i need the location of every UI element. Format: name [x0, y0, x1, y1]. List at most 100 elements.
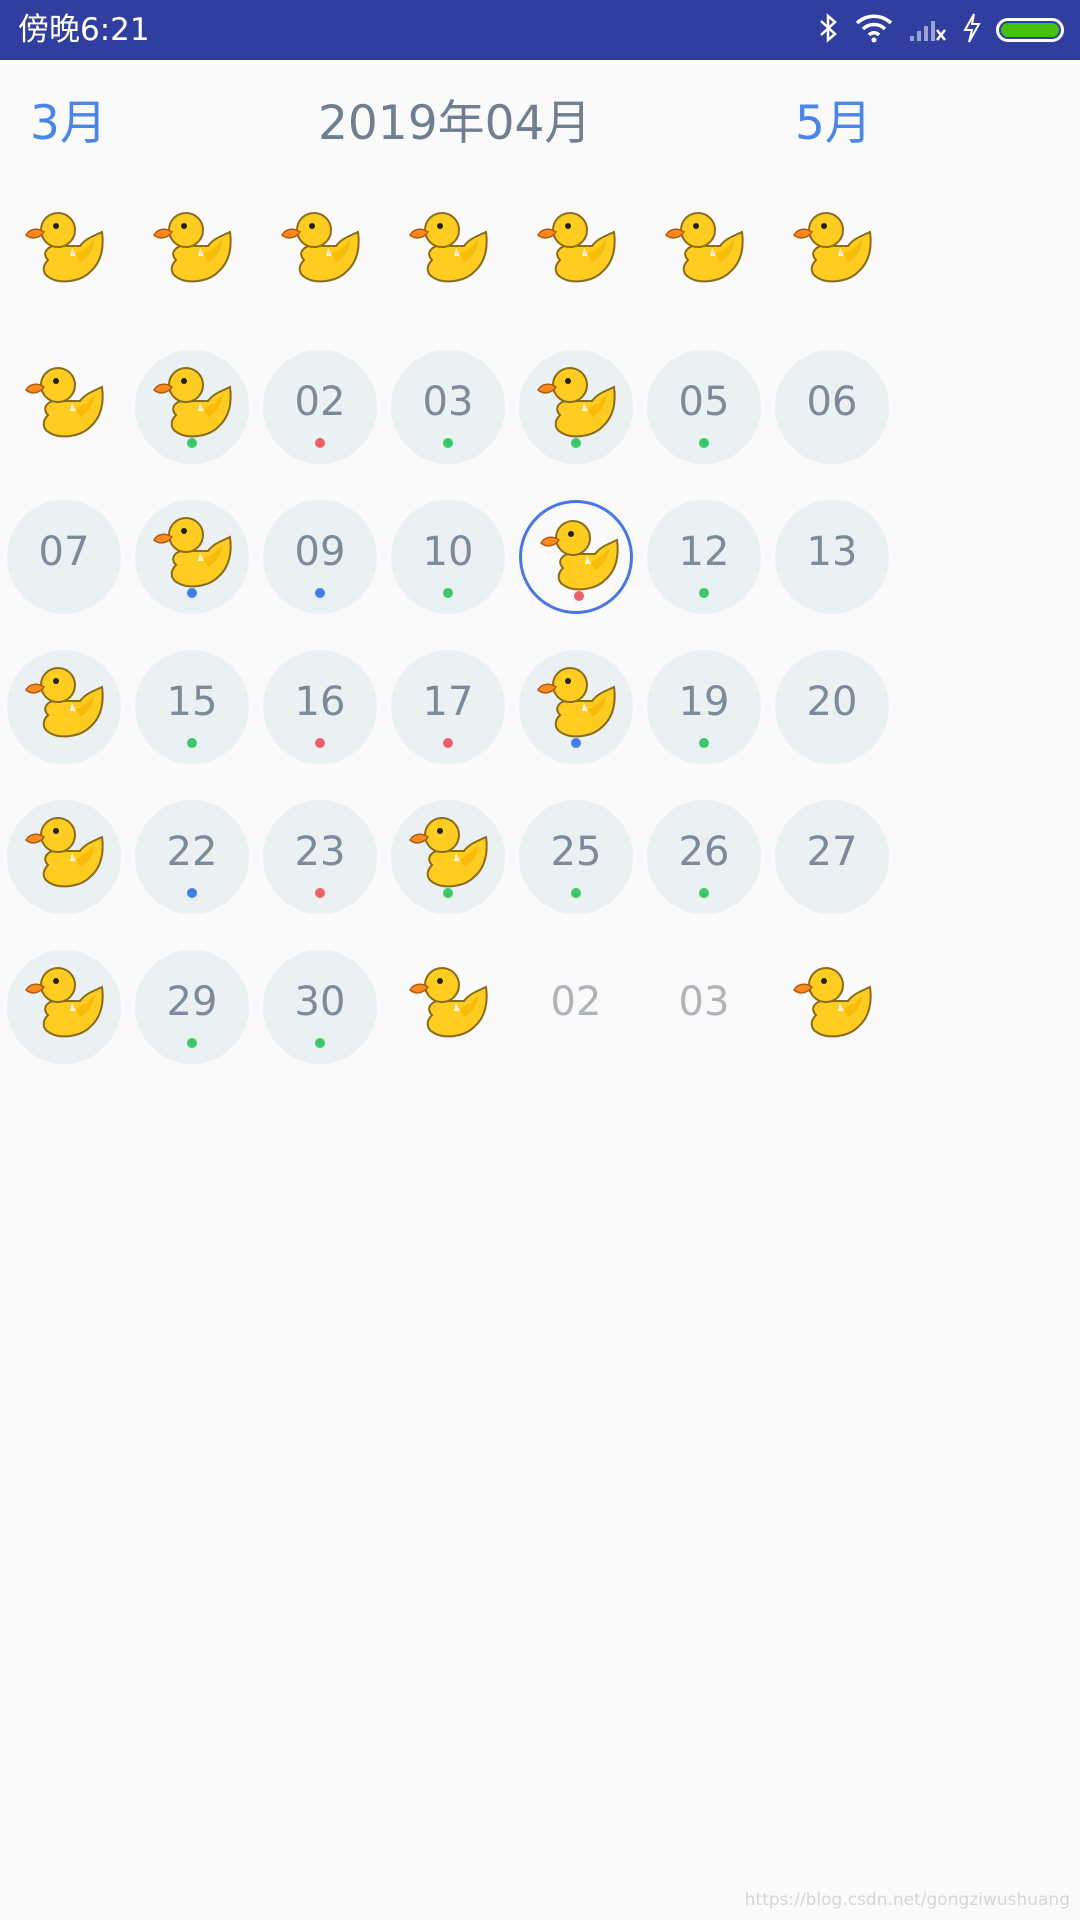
- day-cell[interactable]: 03: [391, 350, 505, 464]
- event-dot: [315, 738, 325, 748]
- day-cell[interactable]: 25: [519, 800, 633, 914]
- week-row: 02 03 05 06: [0, 350, 896, 464]
- day-number: 02: [550, 979, 602, 1025]
- event-dot: [187, 738, 197, 748]
- bluetooth-icon: [818, 12, 840, 48]
- day-cell[interactable]: 03: [647, 950, 761, 1064]
- event-dot: [315, 888, 325, 898]
- week-row: 15 16 17 19 20: [0, 650, 896, 764]
- duck-icon: [276, 202, 366, 292]
- day-cell[interactable]: [135, 350, 249, 464]
- day-cell[interactable]: 13: [775, 500, 889, 614]
- next-month-button[interactable]: 5月: [795, 94, 872, 154]
- day-cell[interactable]: 26: [647, 800, 761, 914]
- duck-icon: [404, 807, 494, 897]
- day-cell[interactable]: [519, 350, 633, 464]
- day-cell[interactable]: 17: [391, 650, 505, 764]
- day-number: 29: [166, 979, 218, 1025]
- event-dot: [443, 738, 453, 748]
- day-cell[interactable]: [135, 500, 249, 614]
- event-dot: [571, 738, 581, 748]
- day-number: 26: [678, 829, 730, 875]
- day-cell[interactable]: 15: [135, 650, 249, 764]
- day-cell[interactable]: 12: [647, 500, 761, 614]
- day-cell[interactable]: 09: [263, 500, 377, 614]
- day-number: 10: [422, 529, 474, 575]
- day-cell[interactable]: [7, 350, 121, 464]
- day-cell[interactable]: [7, 650, 121, 764]
- day-cell[interactable]: 05: [647, 350, 761, 464]
- day-number: 13: [806, 529, 858, 575]
- day-cell[interactable]: 10: [391, 500, 505, 614]
- event-dot: [699, 588, 709, 598]
- day-cell[interactable]: [519, 650, 633, 764]
- weekday-header-row: [0, 195, 896, 309]
- duck-icon: [148, 202, 238, 292]
- event-dot: [187, 438, 197, 448]
- event-dot: [699, 738, 709, 748]
- day-cell[interactable]: [391, 950, 505, 1064]
- weekday-header-cell: [135, 195, 249, 309]
- day-number: 15: [166, 679, 218, 725]
- duck-icon: [20, 202, 110, 292]
- day-cell[interactable]: 20: [775, 650, 889, 764]
- duck-icon: [532, 657, 622, 747]
- day-number: 17: [422, 679, 474, 725]
- weekday-header-cell: [263, 195, 377, 309]
- no-signal-icon: [908, 14, 948, 46]
- event-dot: [443, 588, 453, 598]
- day-number: 27: [806, 829, 858, 875]
- day-cell[interactable]: 02: [263, 350, 377, 464]
- week-row: 22 23 25 26 27: [0, 800, 896, 914]
- day-number: 07: [38, 529, 90, 575]
- day-cell[interactable]: 22: [135, 800, 249, 914]
- month-title: 2019年04月: [318, 96, 592, 151]
- duck-icon: [660, 202, 750, 292]
- event-dot: [315, 1038, 325, 1048]
- weekday-header-cell: [7, 195, 121, 309]
- duck-icon: [404, 957, 494, 1047]
- day-number: 06: [806, 379, 858, 425]
- event-dot: [315, 438, 325, 448]
- duck-icon: [532, 202, 622, 292]
- weekday-header-cell: [519, 195, 633, 309]
- day-cell-selected[interactable]: [519, 500, 633, 614]
- day-cell[interactable]: [7, 950, 121, 1064]
- day-number: 19: [678, 679, 730, 725]
- status-bar: 傍晚6:21: [0, 0, 1080, 60]
- duck-icon: [20, 807, 110, 897]
- event-dot: [187, 888, 197, 898]
- day-cell[interactable]: 30: [263, 950, 377, 1064]
- day-cell[interactable]: 06: [775, 350, 889, 464]
- battery-level: [1001, 23, 1059, 37]
- day-cell[interactable]: [775, 950, 889, 1064]
- week-row: 29 30 02 03: [0, 950, 896, 1064]
- event-dot: [699, 888, 709, 898]
- day-number: 30: [294, 979, 346, 1025]
- day-cell[interactable]: 16: [263, 650, 377, 764]
- day-cell[interactable]: 29: [135, 950, 249, 1064]
- day-cell[interactable]: [7, 800, 121, 914]
- day-number: 20: [806, 679, 858, 725]
- day-cell[interactable]: 02: [519, 950, 633, 1064]
- day-cell[interactable]: 27: [775, 800, 889, 914]
- day-cell[interactable]: 19: [647, 650, 761, 764]
- duck-icon: [532, 357, 622, 447]
- charging-icon: [962, 12, 982, 48]
- day-number: 02: [294, 379, 346, 425]
- weekday-header-cell: [391, 195, 505, 309]
- duck-icon: [788, 957, 878, 1047]
- day-number: 25: [550, 829, 602, 875]
- duck-icon: [404, 202, 494, 292]
- week-row: 07 09 10 12 13: [0, 500, 896, 614]
- day-number: 03: [678, 979, 730, 1025]
- battery-icon: [996, 18, 1064, 42]
- day-cell[interactable]: 07: [7, 500, 121, 614]
- day-cell[interactable]: [391, 800, 505, 914]
- event-dot: [571, 888, 581, 898]
- event-dot: [443, 888, 453, 898]
- prev-month-button[interactable]: 3月: [30, 94, 107, 154]
- duck-icon: [535, 510, 625, 600]
- day-cell[interactable]: 23: [263, 800, 377, 914]
- duck-icon: [20, 657, 110, 747]
